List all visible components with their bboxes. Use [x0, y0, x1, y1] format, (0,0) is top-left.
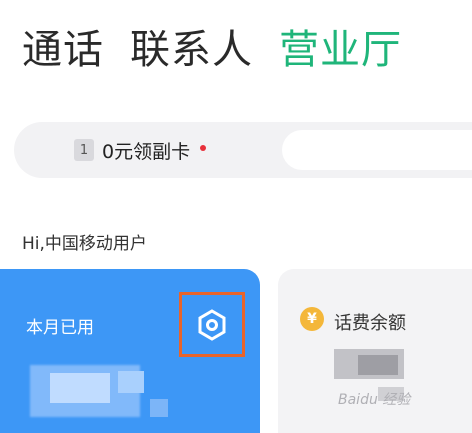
watermark: Baidu 经验: [338, 392, 411, 408]
settings-button[interactable]: [179, 292, 245, 357]
usage-card[interactable]: 本月已用: [0, 269, 260, 433]
promo-right-panel[interactable]: [282, 130, 472, 170]
yen-icon: ¥: [300, 307, 324, 331]
blurred-usage-mark: [150, 399, 168, 417]
blurred-usage-value-detail: [50, 373, 110, 403]
tab-calls[interactable]: 通话: [22, 30, 104, 70]
promo-text: 0元领副卡: [102, 140, 191, 163]
greeting-text: Hi,中国移动用户: [22, 234, 147, 254]
red-dot-badge: [200, 145, 207, 151]
settings-hexagon-icon: [198, 308, 226, 341]
tab-service-hall[interactable]: 营业厅: [279, 30, 402, 70]
promo-bar: 1 0元领副卡: [14, 122, 472, 178]
blurred-balance-value-detail: [358, 355, 398, 375]
blurred-usage-unit: [118, 371, 144, 393]
promo-free-sub-card[interactable]: 1 0元领副卡: [74, 132, 274, 168]
tab-contacts[interactable]: 联系人: [130, 30, 253, 70]
top-tabs: 通话 联系人 营业厅: [22, 30, 402, 70]
balance-card-title: 话费余额: [334, 313, 406, 334]
usage-card-title: 本月已用: [26, 318, 94, 338]
sim-card-icon: 1: [74, 139, 94, 161]
